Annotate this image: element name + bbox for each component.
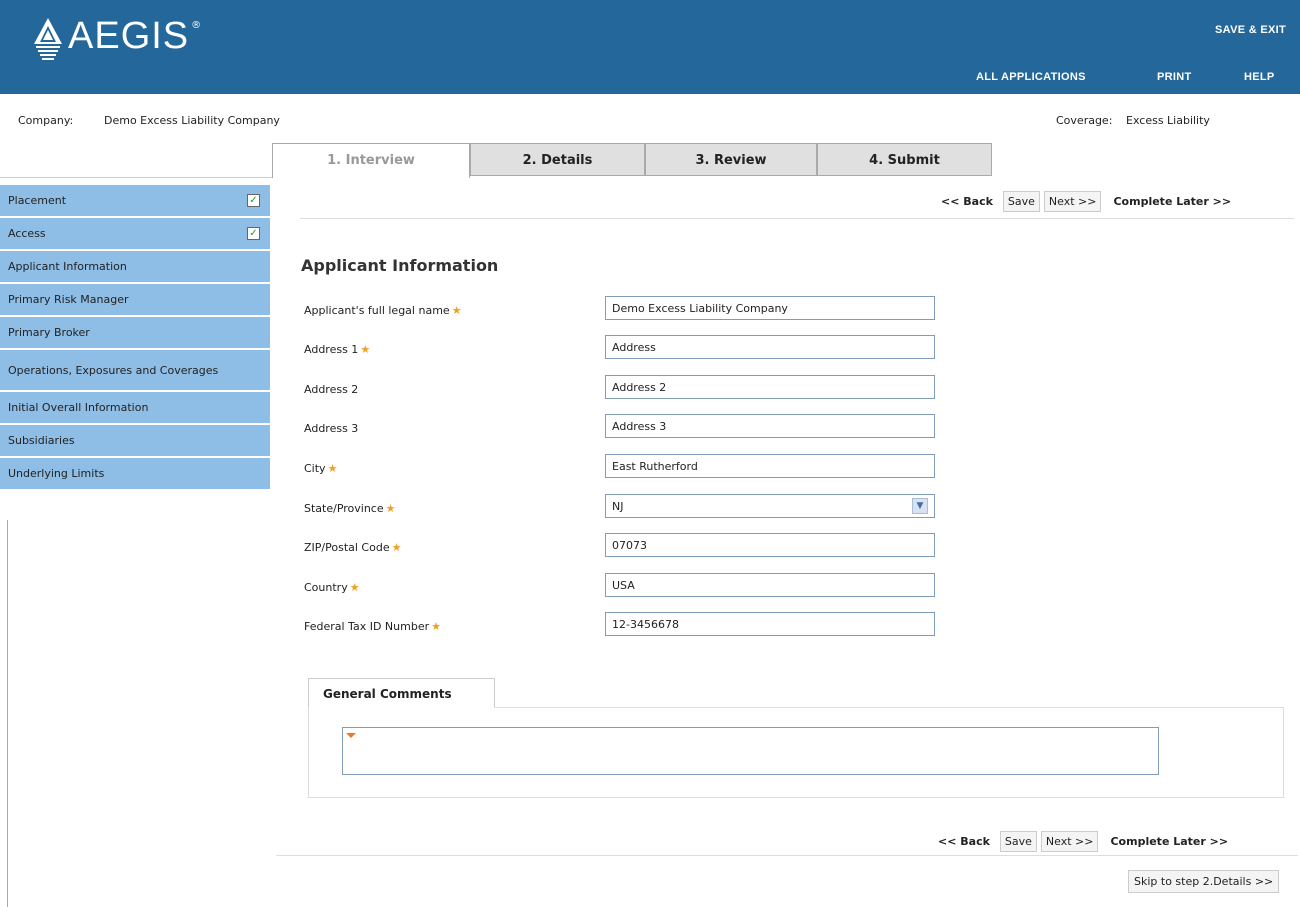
company-name: Demo Excess Liability Company	[104, 114, 280, 127]
field-label-tax-id: Federal Tax ID Number ★	[304, 620, 441, 633]
aegis-logo: AEGIS ®	[30, 14, 202, 62]
coverage-label: Coverage:	[1056, 114, 1113, 127]
save-button[interactable]: Save	[1002, 191, 1040, 212]
back-link[interactable]: << Back	[941, 195, 993, 208]
sidebar-item-label: Placement	[8, 194, 67, 207]
zip-input[interactable]: 07073	[605, 533, 935, 557]
logo-text: AEGIS	[68, 14, 190, 57]
country-input[interactable]: USA	[605, 573, 935, 597]
sidebar-item-label: Access	[8, 227, 46, 240]
all-applications-link[interactable]: ALL APPLICATIONS	[976, 71, 1086, 83]
save-button[interactable]: Save	[999, 831, 1037, 852]
complete-later-link[interactable]: Complete Later >>	[1113, 195, 1231, 208]
required-star-icon: ★	[451, 304, 462, 317]
required-star-icon: ★	[431, 620, 441, 633]
step-tabs: 1. Interview 2. Details 3. Review 4. Sub…	[272, 143, 1000, 178]
section-title: Applicant Information	[301, 256, 499, 275]
sidebar-item-primary-broker[interactable]: Primary Broker	[0, 317, 270, 350]
general-comments-tab[interactable]: General Comments	[308, 678, 495, 708]
field-label-address-2: Address 2	[304, 383, 359, 396]
company-label: Company:	[18, 114, 74, 127]
sidebar-item-label: Operations, Exposures and Coverages	[8, 363, 219, 377]
required-star-icon: ★	[327, 462, 338, 475]
sidebar-item-underlying-limits[interactable]: Underlying Limits	[0, 458, 270, 491]
field-label-state: State/Province ★	[304, 502, 396, 515]
skip-to-details-button[interactable]: Skip to step 2.Details >>	[1128, 870, 1280, 893]
help-link[interactable]: HELP	[1244, 71, 1275, 83]
sidebar-item-placement[interactable]: Placement ✓	[0, 185, 270, 218]
tab-review[interactable]: 3. Review	[645, 143, 817, 176]
address-1-input[interactable]: Address	[605, 335, 935, 359]
required-star-icon: ★	[360, 343, 371, 356]
sidebar-item-label: Primary Risk Manager	[8, 293, 129, 306]
bottom-navigation: << Back Save Next >> Complete Later >>	[938, 831, 1228, 852]
sidebar-item-subsidiaries[interactable]: Subsidiaries	[0, 425, 270, 458]
sidebar-item-label: Primary Broker	[8, 326, 90, 339]
tab-details[interactable]: 2. Details	[470, 143, 645, 176]
save-and-exit-link[interactable]: SAVE & EXIT	[1215, 24, 1286, 36]
tab-divider	[0, 177, 272, 178]
address-2-input[interactable]: Address 2	[605, 375, 935, 399]
city-input[interactable]: East Rutherford	[605, 454, 935, 478]
app-header: AEGIS ® SAVE & EXIT ALL APPLICATIONS PRI…	[0, 0, 1300, 94]
field-label-address-1: Address 1 ★	[304, 343, 371, 356]
sidebar-item-operations-exposures-coverages[interactable]: Operations, Exposures and Coverages	[0, 350, 270, 392]
divider	[300, 218, 1294, 219]
tab-interview[interactable]: 1. Interview	[272, 143, 470, 178]
tab-submit[interactable]: 4. Submit	[817, 143, 992, 176]
general-comments-textarea[interactable]	[342, 727, 1159, 775]
address-3-input[interactable]: Address 3	[605, 414, 935, 438]
complete-later-link[interactable]: Complete Later >>	[1110, 835, 1228, 848]
legal-name-input[interactable]: Demo Excess Liability Company	[605, 296, 935, 320]
required-star-icon: ★	[391, 541, 402, 554]
sidebar-item-applicant-information[interactable]: Applicant Information	[0, 251, 270, 284]
divider	[276, 855, 1298, 856]
field-label-legal-name: Applicant's full legal name ★	[304, 304, 462, 317]
next-button[interactable]: Next >>	[1043, 191, 1102, 212]
required-star-icon: ★	[385, 502, 396, 515]
sidebar-nav: Placement ✓ Access ✓ Applicant Informati…	[0, 185, 270, 491]
sidebar-item-label: Underlying Limits	[8, 467, 105, 480]
sidebar-item-initial-overall-information[interactable]: Initial Overall Information	[0, 392, 270, 425]
sidebar-item-label: Applicant Information	[8, 260, 127, 273]
sidebar-item-primary-risk-manager[interactable]: Primary Risk Manager	[0, 284, 270, 317]
top-navigation: << Back Save Next >> Complete Later >>	[941, 191, 1231, 212]
chevron-down-icon[interactable]: ▼	[912, 498, 928, 514]
print-link[interactable]: PRINT	[1157, 71, 1192, 83]
tax-id-input[interactable]: 12-3456678	[605, 612, 935, 636]
field-label-address-3: Address 3	[304, 422, 359, 435]
state-select[interactable]: NJ ▼	[605, 494, 935, 518]
required-marker-icon	[346, 733, 356, 738]
state-selected-value: NJ	[612, 499, 624, 513]
aegis-logo-icon	[34, 18, 62, 60]
sidebar-item-label: Initial Overall Information	[8, 401, 149, 414]
back-link[interactable]: << Back	[938, 835, 990, 848]
field-label-country: Country ★	[304, 581, 360, 594]
field-label-zip: ZIP/Postal Code ★	[304, 541, 402, 554]
logo-registered-mark: ®	[191, 20, 202, 31]
coverage-value: Excess Liability	[1126, 114, 1210, 127]
page-border	[7, 520, 8, 907]
checkbox-checked-icon: ✓	[247, 194, 260, 207]
next-button[interactable]: Next >>	[1040, 831, 1099, 852]
sidebar-item-label: Subsidiaries	[8, 434, 75, 447]
checkbox-checked-icon: ✓	[247, 227, 260, 240]
sidebar-item-access[interactable]: Access ✓	[0, 218, 270, 251]
required-star-icon: ★	[349, 581, 360, 594]
field-label-city: City ★	[304, 462, 338, 475]
